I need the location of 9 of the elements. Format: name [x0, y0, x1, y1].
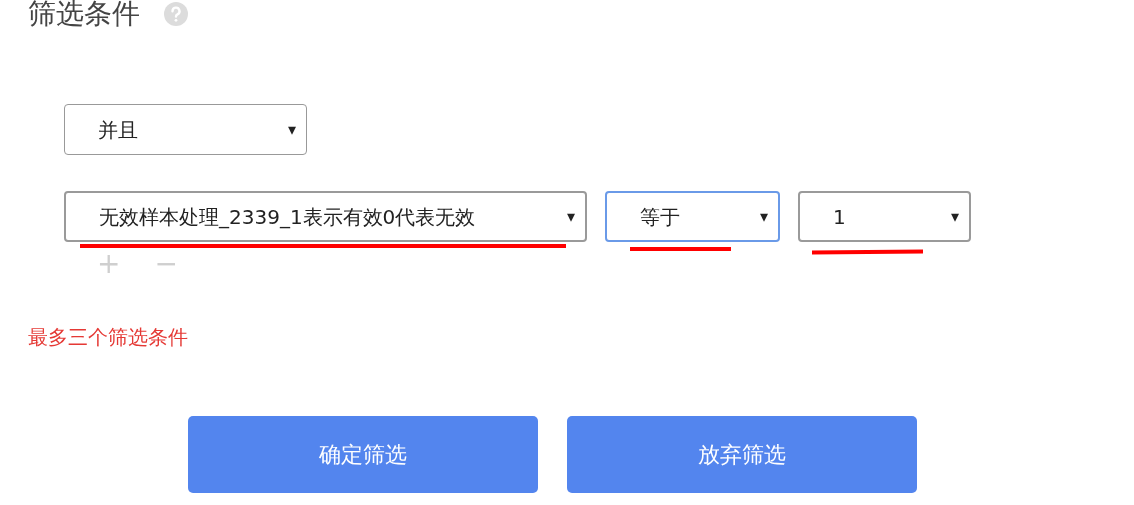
field-select[interactable]: 无效样本处理_2339_1表示有效0代表无效 ▾	[64, 191, 587, 242]
section-title: 筛选条件	[28, 0, 140, 28]
confirm-button[interactable]: 确定筛选	[188, 416, 538, 493]
warning-text: 最多三个筛选条件	[28, 325, 188, 349]
operator-select[interactable]: 等于 ▾	[605, 191, 780, 242]
help-icon[interactable]	[164, 2, 188, 26]
logic-select[interactable]: 并且 ▾	[64, 104, 307, 155]
value-select[interactable]: 1 ▾	[798, 191, 971, 242]
cancel-button[interactable]: 放弃筛选	[567, 416, 917, 493]
